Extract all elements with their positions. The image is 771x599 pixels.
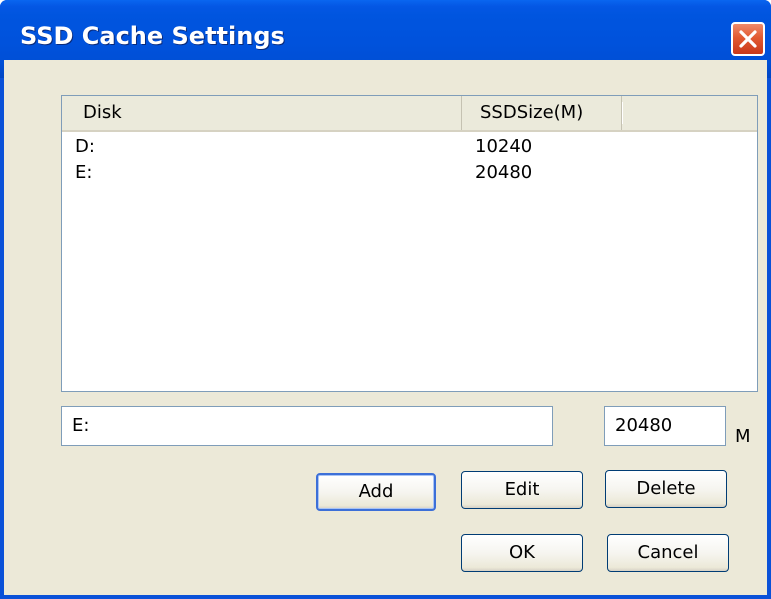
list-item[interactable]: E: 20480 xyxy=(62,160,757,186)
close-icon xyxy=(739,30,757,48)
list-item-disk: E: xyxy=(75,162,93,183)
list-item-size: 20480 xyxy=(475,162,533,183)
list-item-size: 10240 xyxy=(475,136,533,157)
window-title: SSD Cache Settings xyxy=(20,22,285,50)
size-input[interactable]: 20480 xyxy=(604,406,726,446)
list-header: Disk SSDSize(M) xyxy=(62,96,757,132)
list-rows: D: 10240 E: 20480 xyxy=(62,134,757,186)
dialog-window: SSD Cache Settings Disk SSDSize(M) D: 10… xyxy=(0,0,771,599)
cancel-button[interactable]: Cancel xyxy=(607,534,729,572)
close-button[interactable] xyxy=(731,22,765,56)
list-item[interactable]: D: 10240 xyxy=(62,134,757,160)
edit-button[interactable]: Edit xyxy=(461,471,583,509)
ok-button[interactable]: OK xyxy=(461,534,583,572)
column-divider xyxy=(622,102,623,124)
column-header-disk[interactable]: Disk xyxy=(62,96,462,130)
add-button[interactable]: Add xyxy=(316,473,436,511)
column-header-ssdsize[interactable]: SSDSize(M) xyxy=(462,96,622,130)
disk-list[interactable]: Disk SSDSize(M) D: 10240 E: 20480 xyxy=(61,95,758,392)
disk-input[interactable]: E: xyxy=(61,406,553,446)
size-unit-label: M xyxy=(735,426,751,447)
dialog-body: Disk SSDSize(M) D: 10240 E: 20480 E: 204… xyxy=(4,60,767,595)
delete-button[interactable]: Delete xyxy=(605,470,727,508)
list-item-disk: D: xyxy=(75,136,95,157)
